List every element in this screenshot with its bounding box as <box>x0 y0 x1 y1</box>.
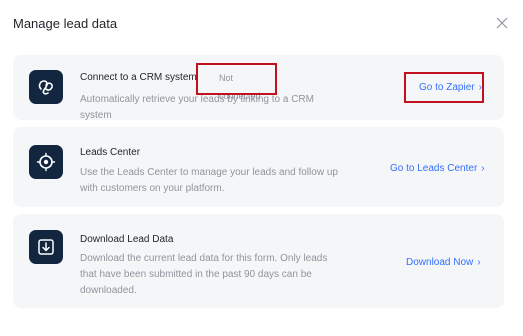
crm-link-icon <box>29 70 63 104</box>
download-card-title: Download Lead Data <box>80 234 174 245</box>
go-to-leads-center-label: Go to Leads Center <box>390 163 478 174</box>
close-icon[interactable] <box>495 16 509 30</box>
download-card: Download Lead Data Download the current … <box>13 214 504 308</box>
leads-center-description: Use the Leads Center to manage your lead… <box>80 167 338 194</box>
download-now-label: Download Now <box>406 257 474 268</box>
crm-card-description: Automatically retrieve your leads by lin… <box>80 94 314 121</box>
leads-center-icon <box>29 145 63 179</box>
not-connected-highlight <box>196 63 277 95</box>
leads-center-card: Leads Center Use the Leads Center to man… <box>13 127 504 207</box>
crm-card-title: Connect to a CRM system <box>80 72 197 83</box>
manage-lead-data-dialog: Manage lead data Connect to a CRM system… <box>0 0 523 336</box>
download-icon <box>29 230 63 264</box>
chevron-right-icon: › <box>481 163 485 174</box>
download-now-link[interactable]: Download Now › <box>406 257 481 268</box>
leads-center-title: Leads Center <box>80 147 141 158</box>
chevron-right-icon: › <box>477 257 481 268</box>
go-to-zapier-highlight <box>404 72 484 103</box>
go-to-leads-center-link[interactable]: Go to Leads Center › <box>390 163 485 174</box>
dialog-title: Manage lead data <box>13 16 118 31</box>
download-card-description: Download the current lead data for this … <box>80 253 328 296</box>
